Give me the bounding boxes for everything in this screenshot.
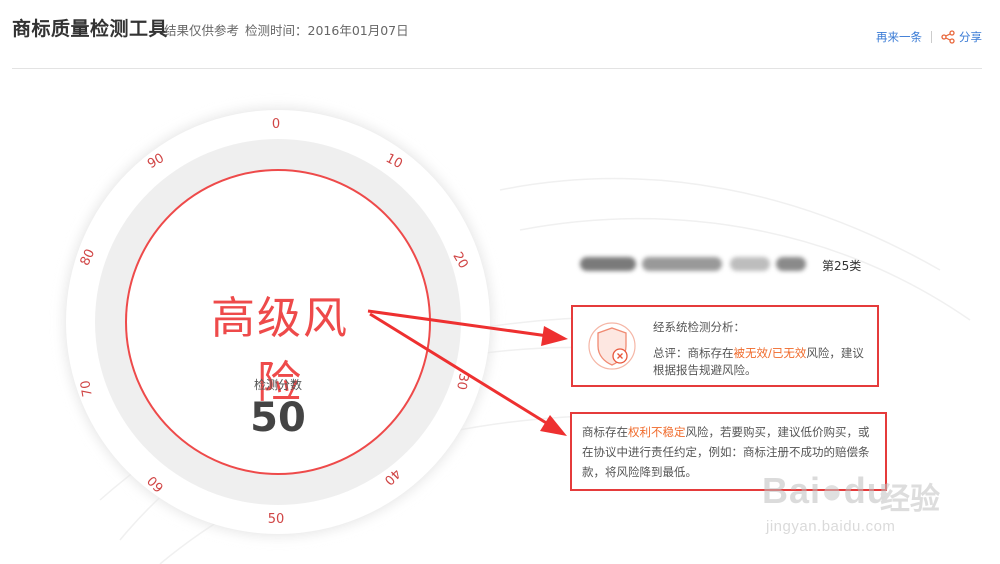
summary-highlight: 被无效/已无效 [733,346,807,360]
score-label: 检测分数 [253,378,302,392]
page-subtitle: 结果仅供参考 检测时间：2016年01月07日 [164,20,415,39]
advice-highlight: 权利不稳定 [628,425,686,439]
baidu-jingyan-watermark: Bai●du 经验 jingyan.baidu.com [752,470,992,550]
header: 商标质量检测工具 结果仅供参考 检测时间：2016年01月07日 再来一条 分享 [0,0,1000,70]
again-link[interactable]: 再来一条 [876,29,922,45]
summary-prefix: 总评：商标存在 [653,346,734,360]
advice-prefix: 商标存在 [582,425,628,439]
header-divider [12,68,982,69]
trademark-class: 第25类 [822,259,862,273]
subtitle-check-time: 检测时间：2016年01月07日 [245,23,409,38]
action-separator [931,31,932,43]
analysis-box: 经系统检测分析： 总评：商标存在被无效/已无效风险，建议根据报告规避风险。 [571,305,879,387]
subtitle-disclaimer: 结果仅供参考 [164,23,240,38]
analysis-title: 经系统检测分析： [653,320,745,334]
header-actions: 再来一条 分享 [876,29,982,45]
trademark-name-redacted [580,254,806,274]
gauge-mark-50: 50 [267,512,285,527]
jingyan-label: 经验 [880,482,940,517]
share-icon[interactable] [941,30,955,44]
gauge-mark-0: 0 [271,117,281,132]
paw-icon: ● [821,470,844,511]
page-title: 商标质量检测工具 [12,18,169,40]
baidu-logo: Bai●du [762,470,890,511]
watermark-url: jingyan.baidu.com [766,518,896,535]
share-link[interactable]: 分享 [959,29,982,45]
score-value: 50 [250,395,306,441]
shield-x-icon [588,322,636,370]
analysis-summary: 总评：商标存在被无效/已无效风险，建议根据报告规避风险。 [653,345,875,379]
